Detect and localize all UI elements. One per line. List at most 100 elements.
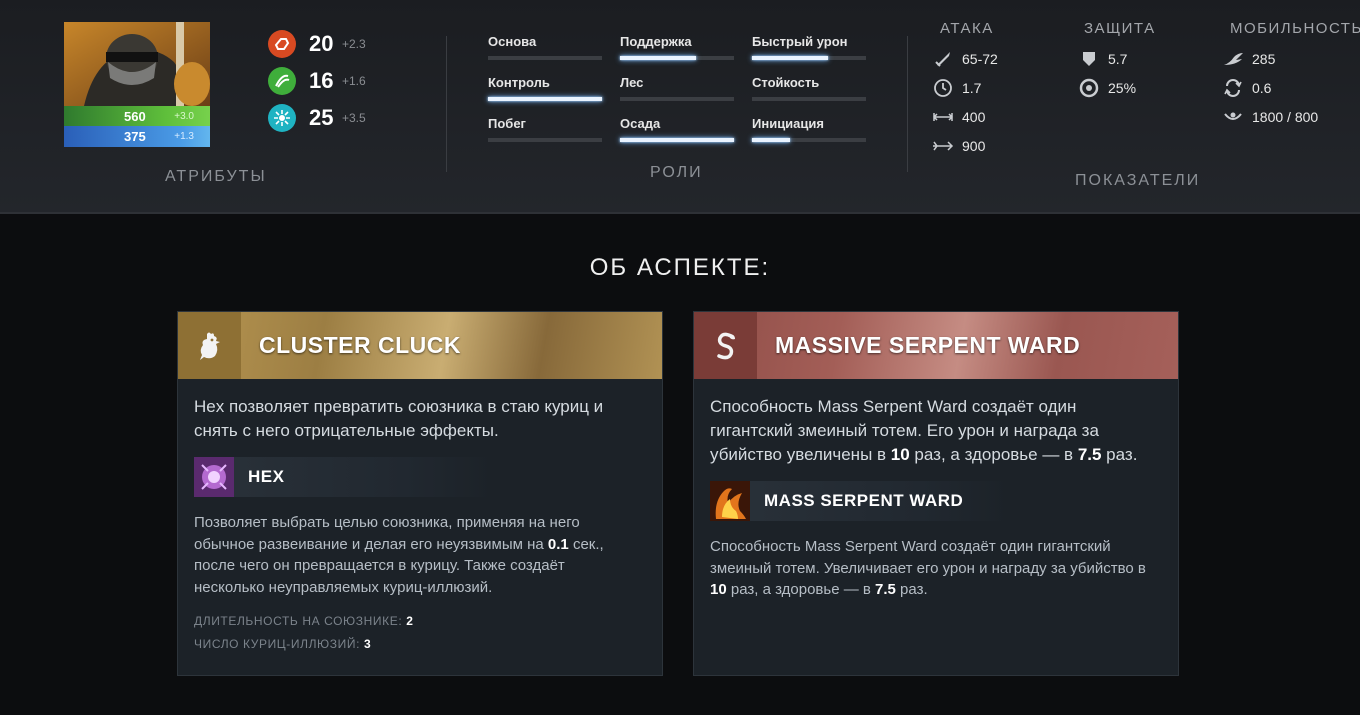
ability-name: MASS SERPENT WARD — [764, 491, 964, 510]
role-track — [620, 138, 734, 142]
ability-desc-text: раз, а здоровье — в — [726, 581, 876, 598]
role-track — [488, 56, 602, 60]
damage-icon — [932, 49, 954, 69]
attack-time-value: 1.7 — [962, 80, 982, 96]
defense-title: ЗАЩИТА — [1084, 20, 1156, 37]
role-name: Инициация — [752, 116, 824, 131]
facet-description: Способность Mass Serpent Ward создаёт од… — [710, 395, 1160, 467]
role-track — [620, 56, 734, 60]
mana-value: 375 — [124, 129, 146, 144]
stat-vision: 1800 / 800 — [1222, 107, 1318, 127]
facet-desc-text: раз. — [1101, 445, 1138, 464]
value-number: 3 — [364, 637, 372, 651]
strength-value: 20 — [309, 31, 334, 56]
ability-desc-value: 7.5 — [875, 581, 896, 598]
intelligence-value: 25 — [309, 105, 334, 130]
facet-card-cluster-cluck[interactable]: CLUSTER CLUCK Hex позволяет превратить с… — [177, 311, 663, 676]
facet-name: CLUSTER CLUCK — [259, 332, 461, 358]
attack-title: АТАКА — [940, 20, 994, 37]
role-name: Основа — [488, 34, 537, 49]
divider — [446, 36, 447, 172]
role-name: Стойкость — [752, 75, 820, 90]
role-name: Контроль — [488, 75, 550, 90]
stat-attack-time: 1.7 — [932, 78, 981, 98]
facet-name: MASSIVE SERPENT WARD — [775, 332, 1081, 358]
health-value: 560 — [124, 109, 146, 124]
role-name: Быстрый урон — [752, 34, 848, 49]
facet-value-duration: ДЛИТЕЛЬНОСТЬ НА СОЮЗНИКЕ: 2 — [194, 614, 414, 628]
facet-desc-text: раз, а здоровье — в — [909, 445, 1078, 464]
facet-card-massive-serpent-ward[interactable]: MASSIVE SERPENT WARD Способность Mass Se… — [693, 311, 1179, 676]
agility-value: 16 — [309, 68, 334, 93]
move-speed-icon — [1222, 49, 1244, 69]
mass-serpent-ward-icon — [710, 481, 750, 521]
roles-label: РОЛИ — [650, 164, 703, 181]
role-track — [752, 138, 866, 142]
attack-range-icon — [932, 107, 954, 127]
facet-desc-value: 10 — [890, 445, 910, 464]
magic-resist-value: 25% — [1108, 80, 1137, 96]
ability-desc-text: Позволяет выбрать целью союзника, примен… — [194, 514, 580, 553]
role-track — [620, 97, 734, 101]
role-fill — [488, 97, 602, 101]
armor-value: 5.7 — [1108, 51, 1128, 67]
ability-desc-value: 10 — [710, 581, 727, 598]
damage-value: 65-72 — [962, 51, 998, 67]
stat-attack-range: 400 — [932, 107, 985, 127]
stat-magic-resist: 25% — [1078, 78, 1136, 98]
armor-icon — [1078, 49, 1100, 69]
ability-desc-value: 0.1 — [547, 535, 569, 553]
projectile-speed-icon — [932, 136, 954, 156]
turn-rate-icon — [1222, 78, 1244, 98]
stat-projectile-speed: 900 — [932, 136, 985, 156]
serpent-icon — [694, 312, 757, 379]
agility-icon — [268, 67, 296, 95]
role-name: Поддержка — [620, 34, 692, 49]
stats-label: ПОКАЗАТЕЛИ — [1075, 172, 1201, 189]
ability-hex[interactable]: HEX — [194, 457, 494, 497]
magic-resist-icon — [1078, 78, 1100, 98]
role-track — [488, 97, 602, 101]
role-carry: Основа — [488, 34, 602, 60]
ability-description: Позволяет выбрать целью союзника, примен… — [194, 512, 634, 598]
role-fill — [620, 56, 697, 60]
ability-description: Способность Mass Serpent Ward создаёт од… — [710, 536, 1166, 601]
intelligence-icon — [268, 104, 296, 132]
facet-description: Hex позволяет превратить союзника в стаю… — [194, 397, 604, 440]
turn-rate-value: 0.6 — [1252, 80, 1272, 96]
divider — [907, 36, 908, 172]
ability-desc-text: раз. — [895, 581, 928, 598]
role-nuker: Быстрый урон — [752, 34, 866, 60]
stat-armor: 5.7 — [1078, 49, 1127, 69]
attack-range-value: 400 — [962, 109, 986, 125]
health-regen: +3.0 — [174, 111, 194, 122]
hero-portrait-art — [64, 22, 210, 106]
stat-move-speed: 285 — [1222, 49, 1275, 69]
role-escape: Побег — [488, 116, 602, 142]
role-name: Лес — [620, 75, 644, 90]
hero-stats-panel: 560 +3.0 375 +1.3 20 +2.3 16 +1.6 25 +3.… — [0, 0, 1360, 214]
attributes-label: АТРИБУТЫ — [165, 168, 267, 185]
stat-damage: 65-72 — [932, 49, 998, 69]
health-bar: 560 +3.0 — [64, 106, 210, 126]
ability-mass-serpent-ward[interactable]: MASS SERPENT WARD — [710, 481, 1010, 521]
role-track — [488, 138, 602, 142]
value-label: ДЛИТЕЛЬНОСТЬ НА СОЮЗНИКЕ: — [194, 614, 403, 628]
role-name: Побег — [488, 116, 526, 131]
attribute-intelligence: 25 +3.5 — [268, 103, 366, 133]
ability-desc-text: Способность Mass Serpent Ward создаёт од… — [710, 538, 1146, 577]
mobility-title: МОБИЛЬНОСТЬ — [1230, 20, 1360, 37]
ability-name: HEX — [248, 467, 285, 486]
role-jungler: Лес — [620, 75, 734, 101]
facet-header: MASSIVE SERPENT WARD — [694, 312, 1178, 379]
role-durable: Стойкость — [752, 75, 866, 101]
facet-header: CLUSTER CLUCK — [178, 312, 662, 379]
agility-gain: +1.6 — [342, 74, 366, 88]
hero-portrait: 560 +3.0 375 +1.3 — [64, 22, 210, 147]
attribute-strength: 20 +2.3 — [268, 29, 366, 59]
projectile-speed-value: 900 — [962, 138, 986, 154]
role-support: Поддержка — [620, 34, 734, 60]
hex-icon — [194, 457, 234, 497]
facet-value-illusions: ЧИСЛО КУРИЦ-ИЛЛЮЗИЙ: 3 — [194, 637, 371, 651]
vision-icon — [1222, 107, 1244, 127]
